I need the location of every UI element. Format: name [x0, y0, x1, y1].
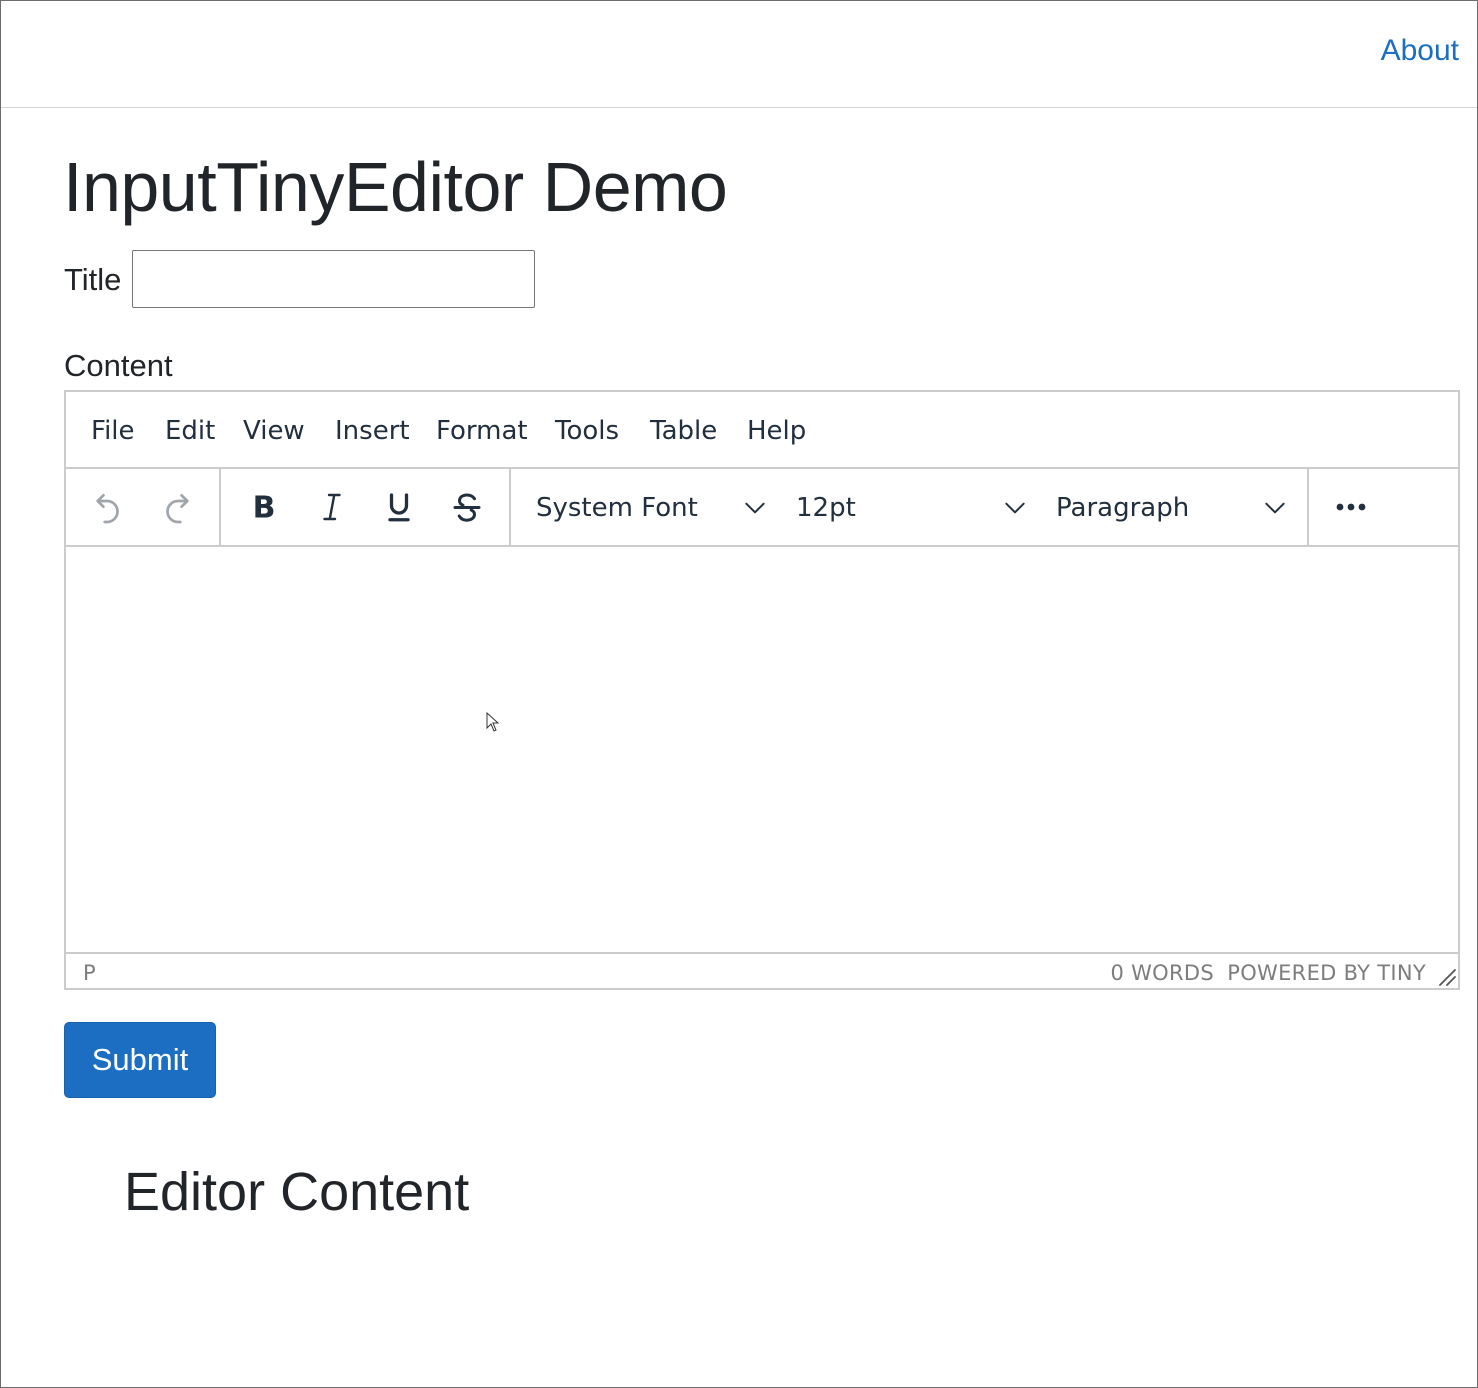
strikethrough-icon	[453, 493, 481, 522]
font-family-select[interactable]: System Font	[536, 483, 776, 531]
editor-content-heading: Editor Content	[124, 1162, 470, 1222]
editor-statusbar: P 0 WORDS POWERED BY TINY	[66, 952, 1458, 988]
menu-tools[interactable]: Tools	[555, 416, 619, 446]
formatting-group: B	[221, 469, 511, 545]
content-label: Content	[64, 348, 173, 383]
bold-button[interactable]: B	[239, 483, 289, 531]
block-format-value: Paragraph	[1056, 493, 1190, 523]
title-label: Title	[64, 262, 122, 297]
menu-insert[interactable]: Insert	[335, 416, 410, 446]
menu-file[interactable]: File	[91, 416, 135, 446]
underline-button[interactable]	[374, 483, 424, 531]
svg-text:B: B	[253, 491, 276, 526]
page-frame: About InputTinyEditor Demo Title Content…	[0, 0, 1478, 1388]
menu-table[interactable]: Table	[650, 416, 717, 446]
undo-icon	[96, 493, 119, 524]
word-count[interactable]: 0 WORDS	[1110, 961, 1214, 985]
chevron-down-icon	[1005, 502, 1025, 514]
resize-handle-icon[interactable]	[1438, 968, 1456, 986]
menu-view[interactable]: View	[243, 416, 305, 446]
italic-icon	[323, 493, 341, 521]
more-icon	[1336, 503, 1366, 511]
element-path[interactable]: P	[83, 961, 96, 985]
font-size-value: 12pt	[796, 493, 856, 523]
editor-content-area[interactable]	[66, 547, 1458, 952]
chevron-down-icon	[1265, 502, 1285, 514]
top-row: About	[1, 1, 1477, 108]
block-format-select[interactable]: Paragraph	[1056, 483, 1296, 531]
font-family-value: System Font	[536, 493, 698, 523]
about-link[interactable]: About	[1381, 34, 1459, 68]
bold-icon: B	[253, 491, 276, 526]
chevron-down-icon	[745, 502, 765, 514]
submit-button[interactable]: Submit	[64, 1022, 216, 1098]
redo-icon	[166, 493, 189, 524]
menu-edit[interactable]: Edit	[165, 416, 215, 446]
italic-button[interactable]	[307, 483, 357, 531]
font-group: System Font 12pt Paragraph	[511, 469, 1309, 545]
menu-format[interactable]: Format	[436, 416, 528, 446]
mouse-cursor-icon	[486, 712, 500, 732]
menu-help[interactable]: Help	[747, 416, 806, 446]
editor-toolbar: B System Font 12pt Paragraph	[66, 469, 1458, 547]
underline-icon	[388, 493, 410, 522]
title-input[interactable]	[132, 250, 535, 308]
page-title: InputTinyEditor Demo	[63, 148, 728, 226]
more-button[interactable]	[1326, 483, 1376, 531]
redo-button[interactable]	[153, 483, 203, 531]
undo-button[interactable]	[82, 483, 132, 531]
branding-link[interactable]: POWERED BY TINY	[1227, 961, 1426, 985]
history-group	[66, 469, 221, 545]
editor-menubar: File Edit View Insert Format Tools Table…	[66, 392, 1458, 469]
rich-text-editor: File Edit View Insert Format Tools Table…	[64, 390, 1460, 990]
strikethrough-button[interactable]	[442, 483, 492, 531]
font-size-select[interactable]: 12pt	[796, 483, 1036, 531]
